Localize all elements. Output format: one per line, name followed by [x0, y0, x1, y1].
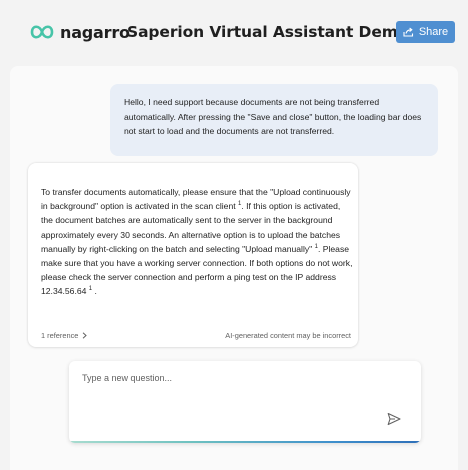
nagarro-logo-icon [30, 25, 54, 39]
citation-marker[interactable]: 1 [238, 201, 241, 207]
app-header: nagarro Saperion Virtual Assistant Demo … [0, 0, 468, 64]
assistant-message-text: To transfer documents automatically, ple… [41, 185, 353, 299]
citation-marker[interactable]: 1 [315, 244, 318, 250]
bot-text-part-4: . [92, 286, 97, 297]
references-label: 1 reference [41, 331, 79, 340]
chevron-right-icon [83, 332, 88, 339]
question-composer [69, 361, 421, 443]
send-icon[interactable] [387, 412, 401, 426]
question-input[interactable] [82, 373, 402, 413]
share-button[interactable]: Share [396, 21, 455, 43]
citation-marker[interactable]: 1 [89, 286, 92, 292]
user-message-text: Hello, I need support because documents … [124, 97, 422, 137]
references-toggle[interactable]: 1 reference [41, 331, 88, 340]
ai-disclaimer: AI-generated content may be incorrect [225, 331, 351, 340]
input-accent-bar [69, 441, 421, 443]
nagarro-logo[interactable]: nagarro [30, 20, 130, 44]
page-title: Saperion Virtual Assistant Demo [127, 23, 409, 41]
share-label: Share [418, 26, 449, 38]
user-message: Hello, I need support because documents … [110, 84, 438, 156]
assistant-message: To transfer documents automatically, ple… [28, 163, 358, 347]
message-footer: 1 reference AI-generated content may be … [41, 331, 351, 340]
share-icon [403, 27, 413, 37]
logo-text: nagarro [60, 22, 130, 42]
